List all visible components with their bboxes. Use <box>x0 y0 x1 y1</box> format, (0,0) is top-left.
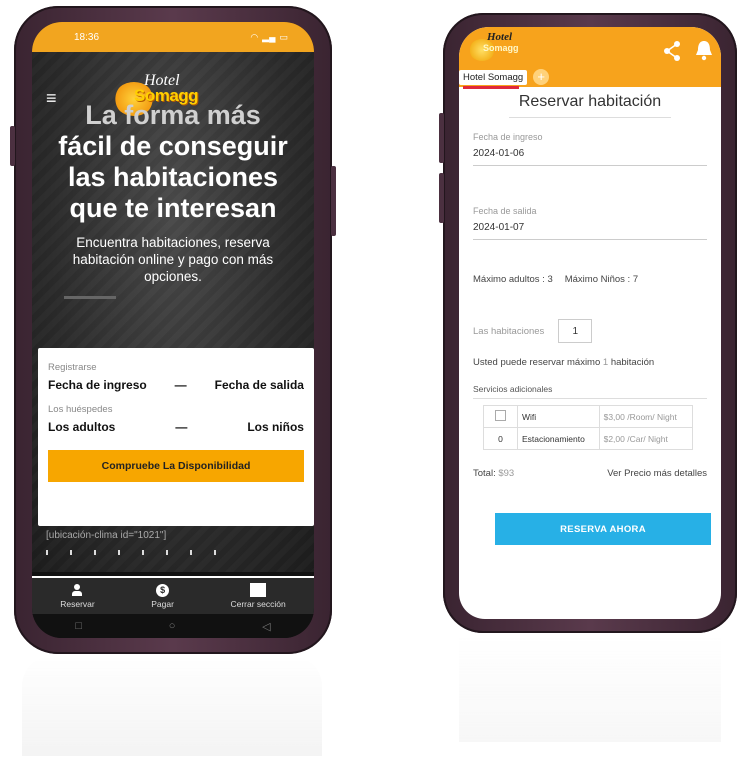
max-adults: Máximo adultos : 3 <box>473 274 553 285</box>
home-icon[interactable]: ○ <box>169 620 176 632</box>
services-table: Wifi $3,00 /Room/ Night 0 Estacionamient… <box>483 405 694 450</box>
register-label: Registrarse <box>48 362 97 373</box>
reservation-form: Reservar habitación Fecha de ingreso 202… <box>459 87 721 545</box>
status-bar: 18:36 ◠ ▂▄ ▭ <box>32 22 314 52</box>
checkin-date-field[interactable]: Fecha de ingreso 2024-01-06 <box>473 132 707 166</box>
service-price: $3,00 /Room/ Night <box>598 405 694 428</box>
signal-icon: ▂▄ <box>262 31 276 42</box>
divider <box>64 296 116 299</box>
rooms-label: Las habitaciones <box>473 325 545 337</box>
wifi-checkbox[interactable] <box>495 410 506 421</box>
power-button <box>331 166 336 236</box>
parking-qty-input[interactable]: 0 <box>483 427 518 450</box>
weather-shortcode: [ubicación-clima id="1021"] <box>46 530 167 541</box>
right-phone: Hotel Somagg Hotel Somagg + Reservar habi… <box>439 13 737 633</box>
reserve-now-button[interactable]: RESERVA AHORA <box>495 513 711 545</box>
decorative-ticks <box>46 550 216 555</box>
wifi-icon: ◠ <box>250 31 259 42</box>
page-title: Reservar habitación <box>509 93 671 118</box>
volume-button <box>10 126 15 166</box>
services-heading: Servicios adicionales <box>473 384 707 399</box>
app-bar: Hotel Somagg Hotel Somagg + <box>459 27 721 89</box>
availability-form: Registrarse Fecha de ingreso — Fecha de … <box>38 348 314 526</box>
share-icon[interactable] <box>663 41 681 61</box>
max-rooms-note: Usted puede reservar máximo 1 habitación <box>473 357 655 368</box>
service-name: Estacionamiento <box>517 427 600 450</box>
recent-apps-icon[interactable]: □ <box>75 620 82 632</box>
service-price: $2,00 /Car/ Night <box>598 427 694 450</box>
volume-button <box>439 113 444 163</box>
checkout-date-field[interactable]: Fecha de salida 2024-01-07 <box>473 206 707 240</box>
left-phone-reflection <box>22 656 322 756</box>
table-row: 0 Estacionamiento $2,00 /Car/ Night <box>483 427 694 450</box>
hero-section: ≡ Hotel Somagg La forma más fácil de con… <box>32 52 314 572</box>
rooms-input[interactable]: 1 <box>558 319 593 343</box>
status-icons: ◠ ▂▄ ▭ <box>250 32 288 43</box>
table-row: Wifi $3,00 /Room/ Night <box>483 405 694 428</box>
adults-field[interactable]: Los adultos <box>48 420 115 434</box>
bell-icon[interactable] <box>695 39 713 61</box>
total-row: Total: $93 Ver Precio más detalles <box>473 468 707 479</box>
square-icon <box>250 583 267 597</box>
children-field[interactable]: Los niños <box>247 420 304 434</box>
hero-headline: La forma más fácil de conseguir las habi… <box>58 100 288 223</box>
right-phone-reflection <box>459 636 721 742</box>
guests-label: Los huéspedes <box>48 404 113 415</box>
system-nav: □ ○ ◁ <box>32 614 314 638</box>
tab-bar: Hotel Somagg + <box>459 67 550 89</box>
add-tab-icon[interactable]: + <box>533 69 550 85</box>
max-children: Máximo Niños : 7 <box>564 274 639 285</box>
dollar-icon: $ <box>156 583 170 597</box>
left-phone: 18:36 ◠ ▂▄ ▭ ≡ Hotel Somagg La forma más… <box>10 6 336 654</box>
nav-pagar[interactable]: $ Pagar <box>151 583 174 609</box>
service-name: Wifi <box>517 405 600 428</box>
nav-cerrar-seccion[interactable]: Cerrar sección <box>230 583 286 609</box>
bottom-nav: Reservar $ Pagar Cerrar sección <box>32 576 314 614</box>
hero-subtitle: Encuentra habitaciones, reserva habitaci… <box>72 235 274 284</box>
price-details-link[interactable]: Ver Precio más detalles <box>607 468 707 479</box>
tab-hotel-somagg[interactable]: Hotel Somagg <box>459 69 528 89</box>
right-screen: Hotel Somagg Hotel Somagg + Reservar habi… <box>459 27 721 619</box>
hotel-logo-small: Hotel Somagg <box>469 31 519 63</box>
total: Total: $93 <box>473 468 515 479</box>
checkin-field[interactable]: Fecha de ingreso <box>48 378 147 392</box>
checkout-field[interactable]: Fecha de salida <box>215 378 304 392</box>
nav-reservar[interactable]: Reservar <box>60 583 95 609</box>
capacity-info: Máximo adultos : 3 Máximo Niños : 7 <box>473 274 707 285</box>
volume-button-2 <box>439 173 444 223</box>
rooms-row: Las habitaciones 1 <box>473 319 707 343</box>
status-time: 18:36 <box>74 31 100 43</box>
person-icon <box>72 584 83 596</box>
check-availability-button[interactable]: Compruebe La Disponibilidad <box>48 450 304 482</box>
back-icon[interactable]: ◁ <box>262 620 270 633</box>
battery-icon: ▭ <box>279 31 288 42</box>
left-screen: 18:36 ◠ ▂▄ ▭ ≡ Hotel Somagg La forma más… <box>32 22 314 638</box>
